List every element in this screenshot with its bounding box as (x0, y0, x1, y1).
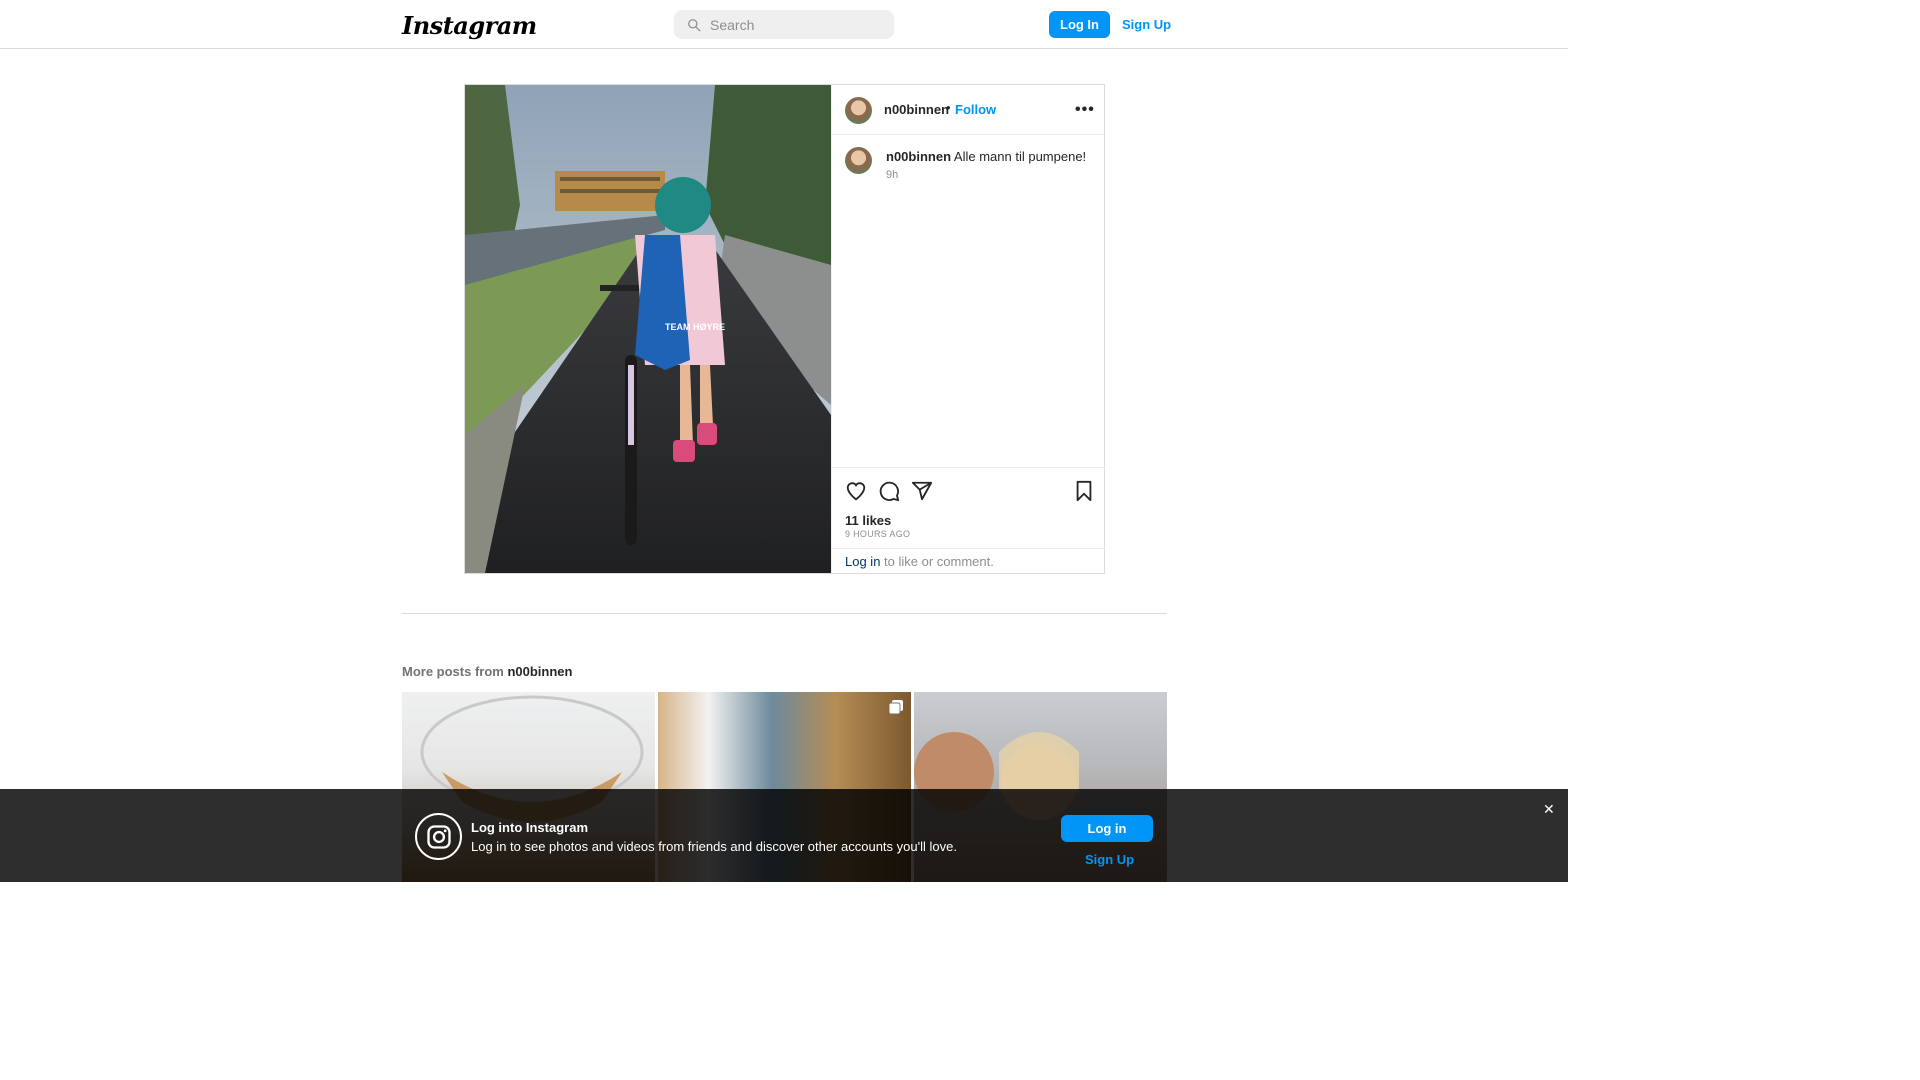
login-banner: Log into Instagram Log in to see photos … (0, 789, 1568, 882)
likes-count[interactable]: 11 likes (845, 513, 891, 528)
banner-login-button[interactable]: Log in (1061, 815, 1153, 842)
bookmark-icon[interactable] (1074, 480, 1094, 502)
banner-text: Log in to see photos and videos from fri… (471, 839, 957, 854)
signup-link[interactable]: Sign Up (1122, 17, 1171, 32)
more-icon[interactable]: ••• (1075, 101, 1095, 119)
instagram-logo[interactable]: Instagram (402, 11, 537, 40)
post-photo-image: TEAM HØYRE (465, 85, 831, 573)
post-card: TEAM HØYRE n00binnen • Follow ••• n00bin… (464, 84, 1105, 574)
caption-username[interactable]: n00binnen (886, 149, 951, 164)
heart-icon[interactable] (845, 480, 867, 502)
post-actions: 11 likes 9 HOURS AGO (832, 467, 1105, 549)
more-posts-heading: More posts from n00binnen (402, 664, 572, 679)
banner-title: Log into Instagram (471, 820, 588, 835)
post-username[interactable]: n00binnen (884, 102, 949, 117)
section-divider (402, 613, 1167, 614)
login-button[interactable]: Log In (1049, 11, 1110, 38)
search-box[interactable] (674, 10, 894, 39)
avatar[interactable] (845, 97, 872, 124)
scarf-text: TEAM HØYRE (665, 322, 725, 332)
banner-signup-link[interactable]: Sign Up (1085, 852, 1134, 867)
instagram-logo-icon (415, 813, 462, 860)
caption-time: 9h (886, 169, 899, 181)
follow-button[interactable]: Follow (955, 102, 996, 117)
login-link[interactable]: Log in (845, 554, 880, 569)
share-icon[interactable] (911, 480, 933, 502)
post-photo[interactable]: TEAM HØYRE (465, 85, 831, 573)
top-navigation-bar: Instagram Log In Sign Up (0, 0, 1568, 49)
post-sidebar: n00binnen • Follow ••• n00binnen Alle ma… (831, 85, 1105, 573)
separator-dot: • (946, 100, 951, 115)
caption-text: Alle mann til pumpene! (953, 149, 1087, 164)
login-to-comment: Log in to like or comment. (832, 548, 1105, 573)
caption: n00binnen Alle mann til pumpene! (886, 149, 1096, 164)
caption-avatar[interactable] (845, 147, 872, 174)
search-input[interactable] (710, 16, 880, 33)
login-suffix: to like or comment. (880, 554, 994, 569)
search-icon (688, 18, 701, 31)
more-posts-prefix: More posts from (402, 664, 508, 679)
carousel-icon (889, 700, 903, 714)
close-icon[interactable]: ✕ (1543, 801, 1555, 818)
comment-icon[interactable] (878, 480, 900, 502)
post-timestamp: 9 HOURS AGO (845, 529, 911, 539)
more-posts-username[interactable]: n00binnen (507, 664, 572, 679)
post-header: n00binnen • Follow ••• (832, 85, 1104, 135)
